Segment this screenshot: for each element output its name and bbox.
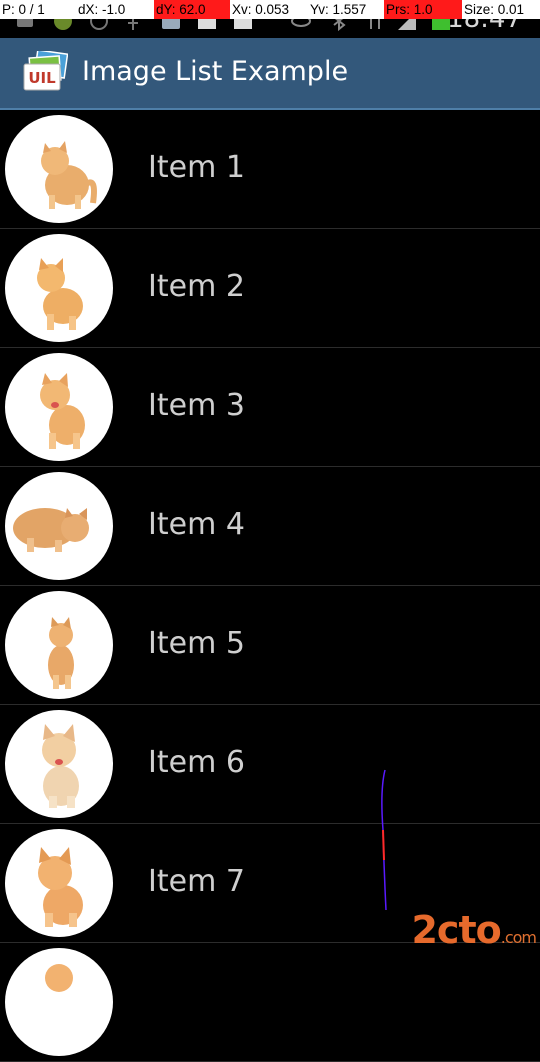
list-item-label: Item 3 <box>148 388 245 423</box>
status-bar: 18:47 P: 0 / 1 dX: -1.0 dY: 62.0 Xv: 0.0… <box>0 0 540 38</box>
pointer-location-readout: P: 0 / 1 dX: -1.0 dY: 62.0 Xv: 0.053 Yv:… <box>0 0 540 19</box>
list-item-label: Item 7 <box>148 864 245 899</box>
kitten-photo-icon <box>42 724 79 808</box>
pointer-count: P: 0 / 1 <box>0 0 76 19</box>
list-item-label: Item 6 <box>148 745 245 780</box>
list-item[interactable]: Item 6 <box>0 705 540 824</box>
kitten-thumbnail <box>5 353 113 461</box>
list-item[interactable]: Item 5 <box>0 586 540 705</box>
kitten-photo-icon <box>45 964 73 992</box>
kitten-thumbnail <box>5 591 113 699</box>
watermark: 2cto.com <box>411 908 537 952</box>
list-item[interactable]: Item 4 <box>0 467 540 586</box>
pointer-dx: dX: -1.0 <box>76 0 154 19</box>
action-bar: UIL Image List Example <box>0 38 540 110</box>
list-item[interactable]: Item 2 <box>0 229 540 348</box>
kitten-photo-icon <box>48 617 74 689</box>
kitten-photo-icon <box>40 373 85 449</box>
list-item-label: Item 4 <box>148 507 245 542</box>
list-item-label: Item 2 <box>148 269 245 304</box>
kitten-thumbnail <box>5 234 113 342</box>
pointer-pressure: Prs: 1.0 <box>384 0 462 19</box>
kitten-photo-icon <box>41 141 97 209</box>
kitten-photo-icon <box>38 847 83 927</box>
uil-logo-text: UIL <box>28 69 56 87</box>
pointer-xv: Xv: 0.053 <box>230 0 308 19</box>
watermark-text: 2cto <box>411 908 501 952</box>
pointer-size: Size: 0.01 <box>462 0 540 19</box>
kitten-photo-icon <box>37 258 83 330</box>
kitten-photo-icon <box>13 508 89 552</box>
kitten-thumbnail <box>5 472 113 580</box>
list-item-label: Item 5 <box>148 626 245 661</box>
watermark-suffix: .com <box>500 928 537 947</box>
list-item-label: Item 1 <box>148 150 245 185</box>
list-item[interactable]: Item 1 <box>0 110 540 229</box>
list-item[interactable]: Item 3 <box>0 348 540 467</box>
kitten-thumbnail <box>5 829 113 937</box>
list-item[interactable] <box>0 943 540 1062</box>
kitten-thumbnail <box>5 948 113 1056</box>
kitten-thumbnail <box>5 115 113 223</box>
uil-logo-icon[interactable]: UIL <box>22 51 68 93</box>
page-title: Image List Example <box>82 56 349 87</box>
pointer-dy: dY: 62.0 <box>154 0 230 19</box>
pointer-yv: Yv: 1.557 <box>308 0 384 19</box>
kitten-thumbnail <box>5 710 113 818</box>
